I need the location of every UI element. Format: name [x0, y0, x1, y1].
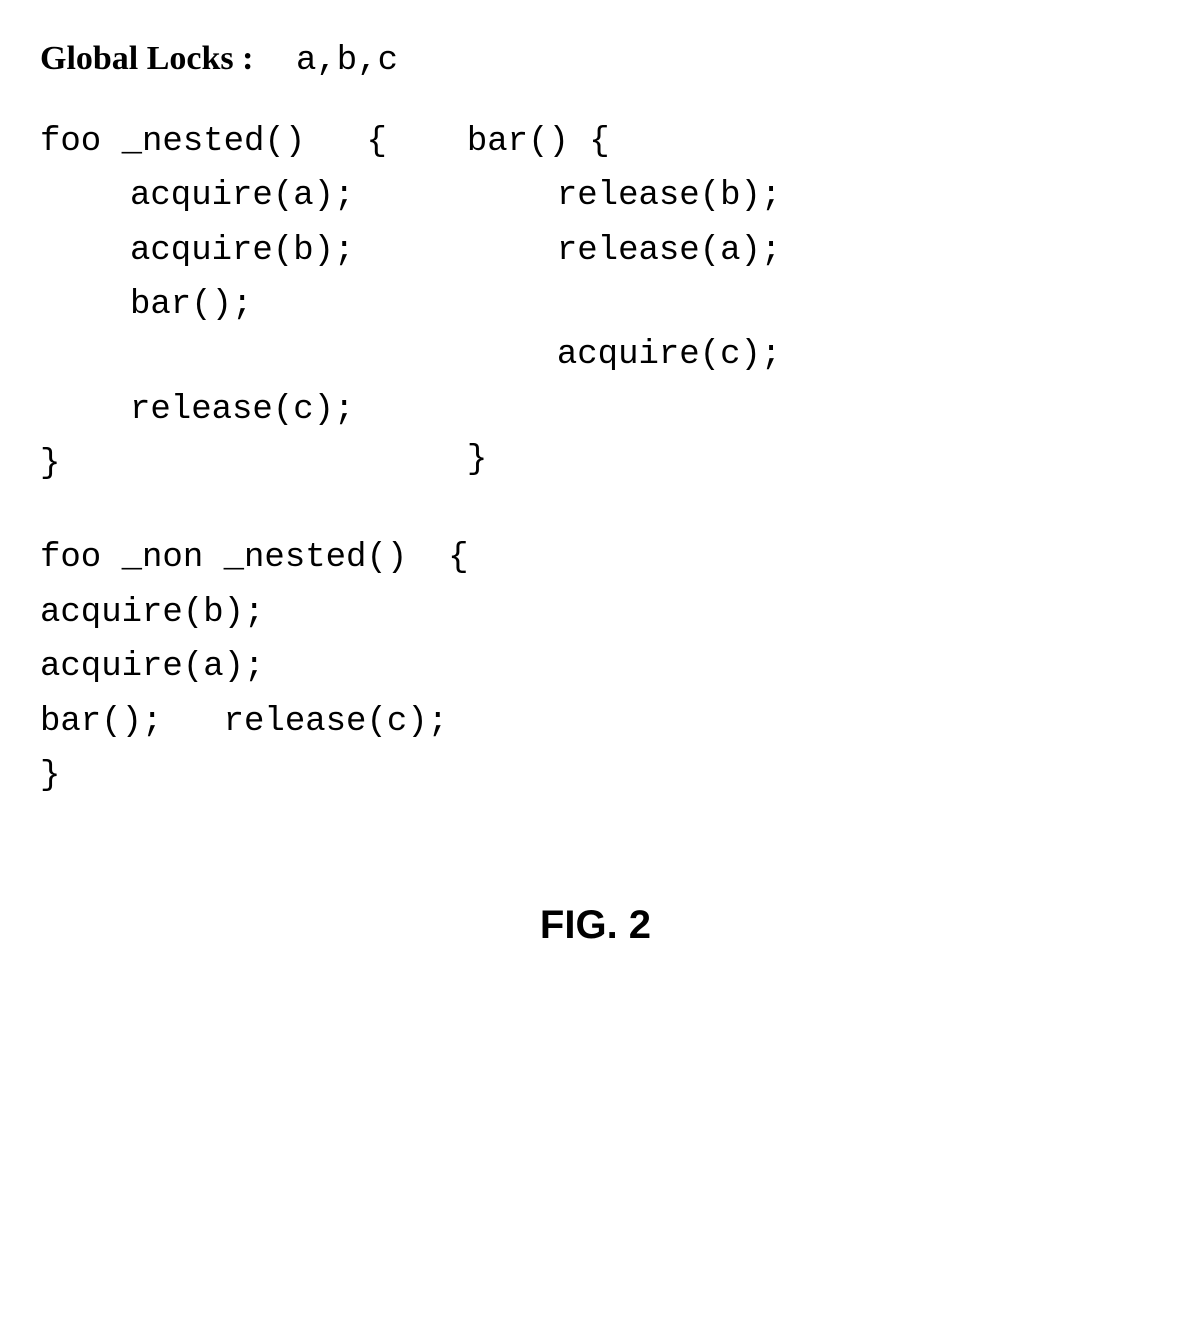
foo-non-nested-line3: bar(); release(c);	[40, 695, 1151, 749]
bar-line3: acquire(c);	[467, 328, 781, 382]
figure-caption: FIG. 2	[40, 903, 1151, 948]
foo-nested-sig: foo _nested() {	[40, 115, 387, 169]
foo-non-nested-line2: acquire(a);	[40, 640, 1151, 694]
foo-non-nested-block: foo _non _nested() { acquire(b); acquire…	[40, 531, 1151, 803]
foo-non-nested-close: }	[40, 749, 1151, 803]
bar-block: bar() { release(b); release(a); acquire(…	[467, 115, 781, 491]
global-locks-label: Global Locks :	[40, 40, 253, 77]
foo-non-nested-line1: acquire(b);	[40, 586, 1151, 640]
foo-nested-line3: bar();	[40, 278, 387, 332]
foo-nested-line2: acquire(b);	[40, 224, 387, 278]
global-locks-header: Global Locks : a,b,c	[40, 40, 1151, 80]
bar-line1: release(b);	[467, 169, 781, 223]
code-columns: foo _nested() { acquire(a); acquire(b); …	[40, 115, 1151, 491]
foo-nested-line1: acquire(a);	[40, 169, 387, 223]
foo-non-nested-sig: foo _non _nested() {	[40, 531, 1151, 585]
foo-nested-block: foo _nested() { acquire(a); acquire(b); …	[40, 115, 387, 491]
bar-sig: bar() {	[467, 115, 781, 169]
foo-nested-line4: release(c);	[40, 383, 387, 437]
bar-close: }	[467, 433, 781, 487]
bar-line2: release(a);	[467, 224, 781, 278]
global-locks-value: a,b,c	[296, 42, 398, 80]
foo-nested-close: }	[40, 437, 387, 491]
